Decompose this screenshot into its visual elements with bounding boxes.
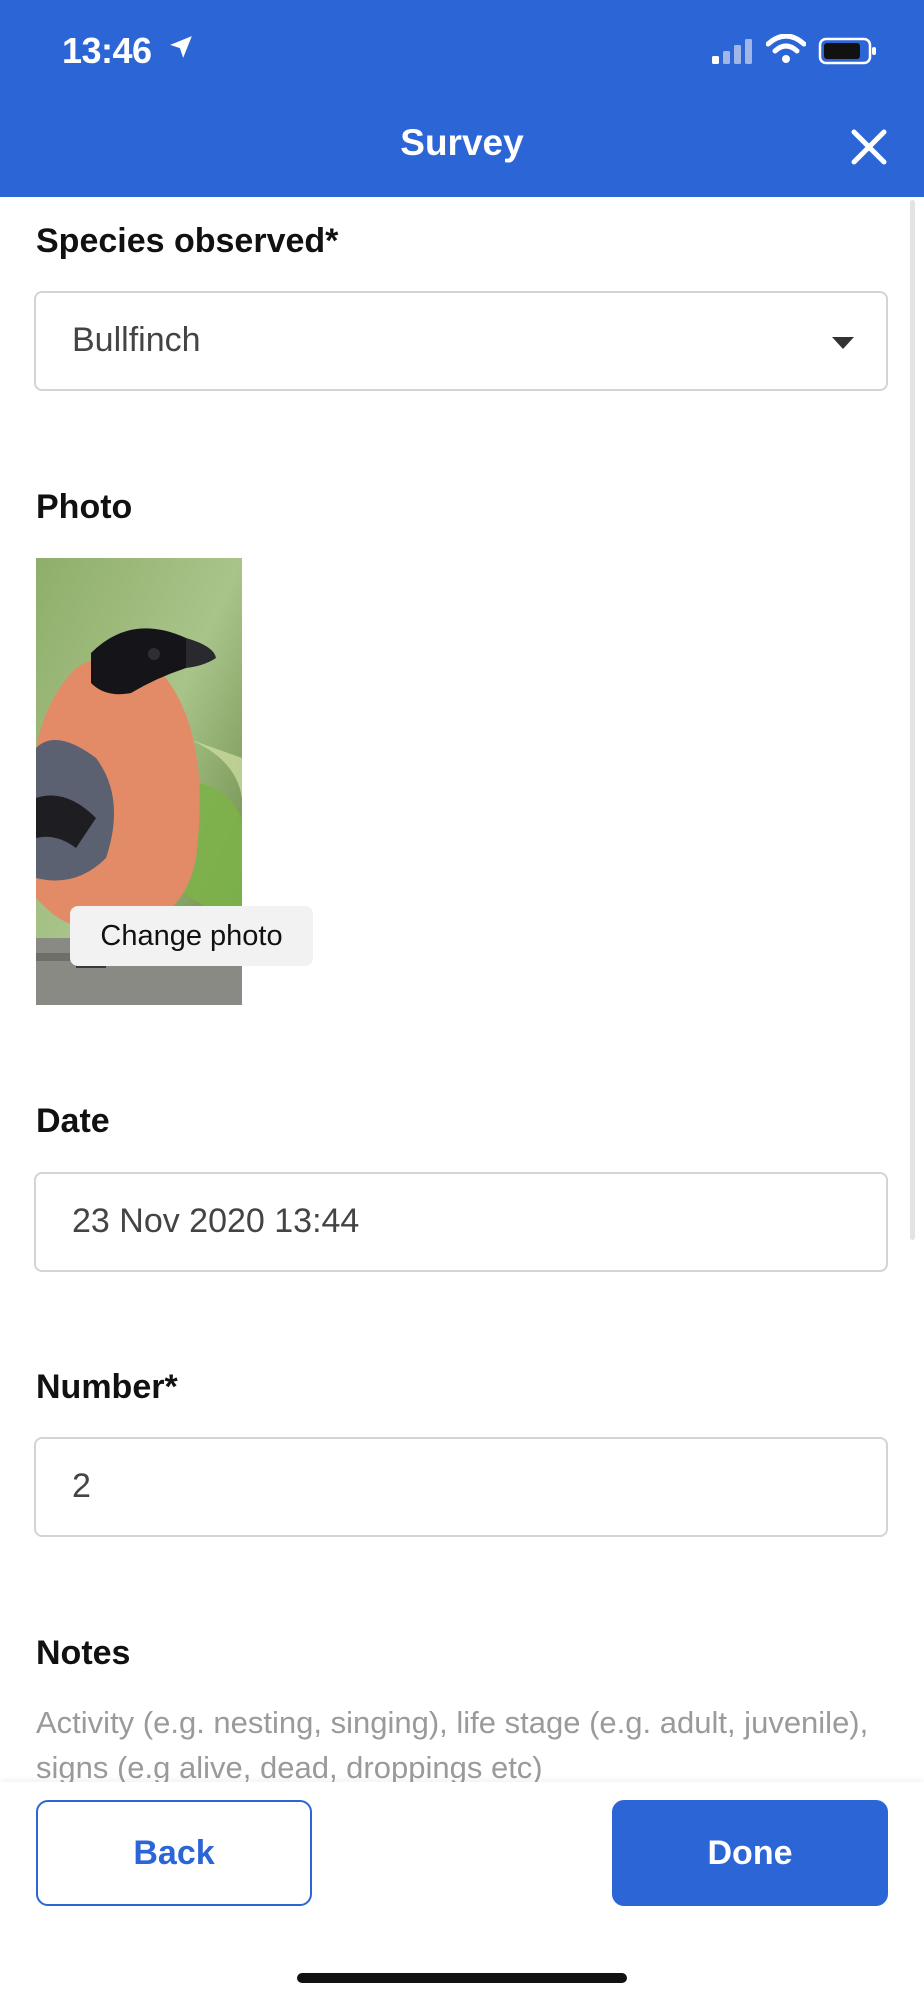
species-label: Species observed* — [36, 222, 339, 260]
species-select[interactable]: Bullfinch — [34, 291, 888, 391]
notes-textarea[interactable]: Activity (e.g. nesting, singing), life s… — [36, 1700, 876, 1790]
close-icon[interactable] — [846, 124, 892, 170]
status-time: 13:46 — [62, 30, 152, 71]
number-value: 2 — [72, 1467, 91, 1505]
notes-label: Notes — [36, 1634, 131, 1672]
change-photo-button[interactable]: Change photo — [70, 906, 313, 966]
scrollbar[interactable] — [910, 200, 915, 1240]
done-button[interactable]: Done — [612, 1800, 888, 1906]
location-arrow-icon — [170, 36, 192, 58]
app-header: 13:46 Survey — [0, 0, 924, 197]
species-value: Bullfinch — [72, 321, 201, 359]
wifi-icon — [766, 34, 806, 63]
number-input[interactable]: 2 — [34, 1437, 888, 1537]
required-mark: * — [325, 222, 339, 260]
photo-label: Photo — [36, 488, 133, 526]
back-button[interactable]: Back — [36, 1800, 312, 1906]
date-label: Date — [36, 1102, 110, 1140]
number-label: Number* — [36, 1368, 178, 1406]
date-field[interactable]: 23 Nov 2020 13:44 — [34, 1172, 888, 1272]
chevron-down-icon — [832, 337, 854, 349]
battery-icon — [818, 37, 876, 65]
required-mark: * — [164, 1368, 178, 1406]
page-title: Survey — [400, 122, 524, 163]
date-value: 23 Nov 2020 13:44 — [72, 1202, 360, 1240]
cellular-signal-icon — [712, 39, 752, 64]
home-indicator — [297, 1973, 627, 1983]
